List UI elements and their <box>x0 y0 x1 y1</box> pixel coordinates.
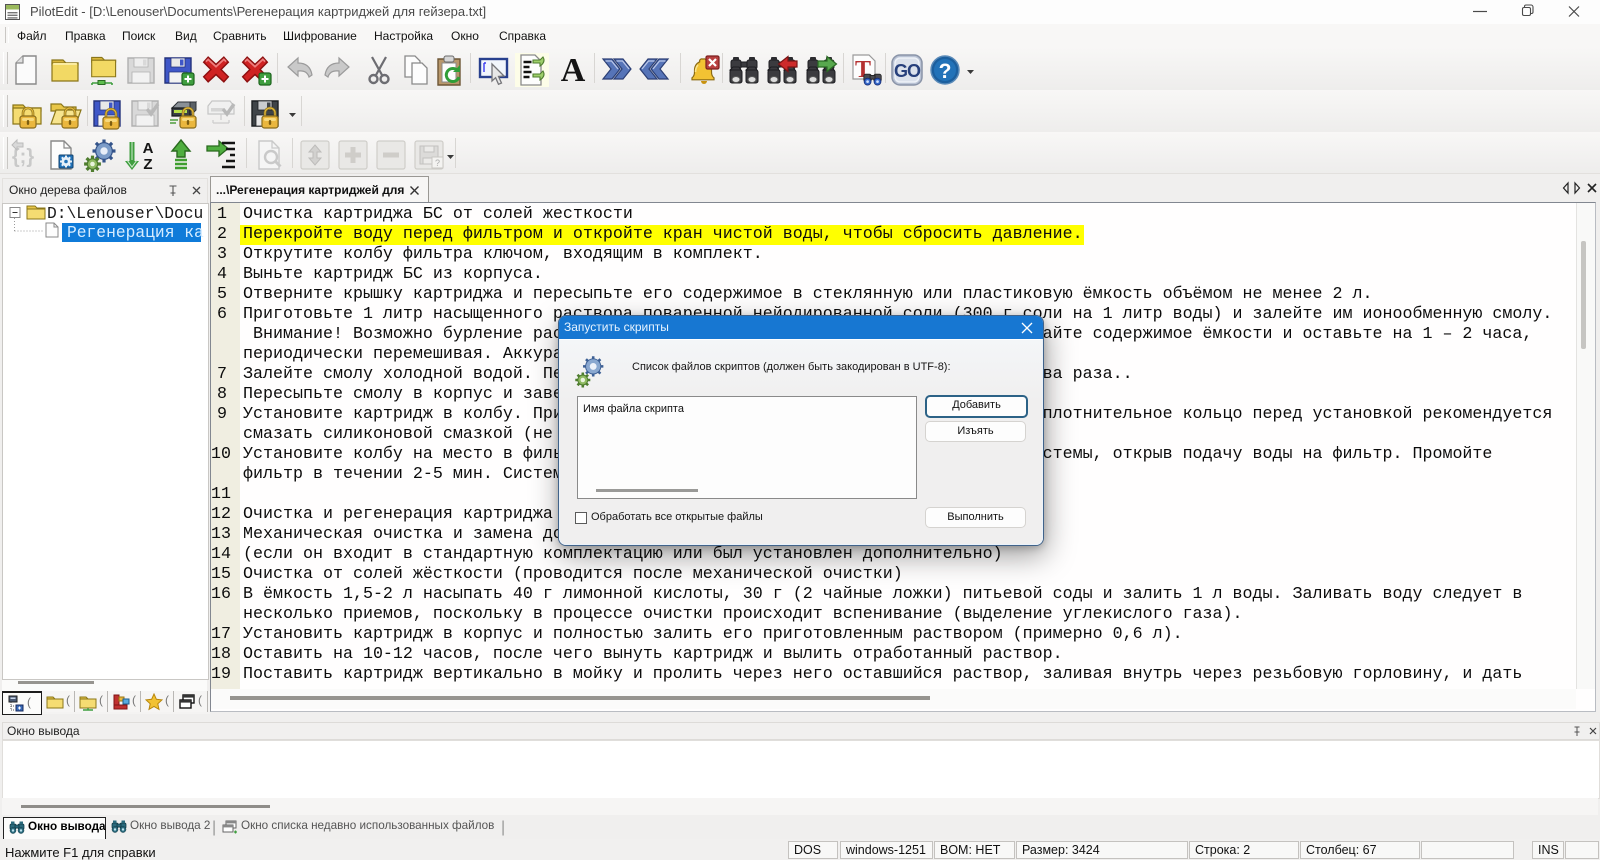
svg-text:{;}: {;} <box>12 146 34 168</box>
svg-text:GO: GO <box>894 61 921 81</box>
svg-text:A: A <box>561 53 586 87</box>
svg-text:?: ? <box>939 60 952 83</box>
svg-text:?: ? <box>435 158 440 168</box>
svg-text:A: A <box>143 140 154 157</box>
svg-text:Z: Z <box>143 156 152 172</box>
